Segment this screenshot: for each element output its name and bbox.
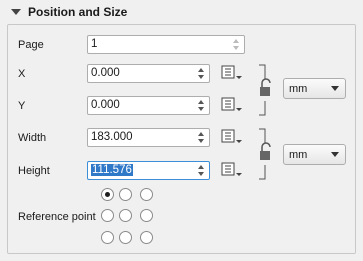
chevron-down-icon [331, 152, 339, 157]
chevron-down-icon [331, 86, 339, 91]
spin-arrows-icon[interactable] [195, 163, 207, 178]
width-spinbox[interactable]: 183.000 [87, 128, 210, 147]
collapse-icon[interactable] [9, 5, 23, 19]
reference-point-radio[interactable] [140, 209, 153, 222]
reference-point-label: Reference point [18, 211, 96, 223]
spin-arrows-icon[interactable] [195, 130, 207, 145]
reference-point-radio[interactable] [101, 188, 114, 201]
width-value: 183.000 [91, 131, 133, 143]
x-label: X [18, 68, 26, 80]
y-label: Y [18, 100, 26, 112]
reference-point-radio[interactable] [119, 231, 132, 244]
position-units-value: mm [289, 83, 308, 95]
page-spinbox[interactable]: 1 [87, 35, 245, 54]
width-label: Width [18, 132, 47, 144]
reference-point-radio[interactable] [101, 209, 114, 222]
spin-arrows-icon[interactable] [230, 37, 242, 52]
reference-point-radio[interactable] [140, 231, 153, 244]
position-lock-icon[interactable] [257, 64, 277, 116]
size-units-value: mm [289, 149, 308, 161]
data-defined-override-icon[interactable] [219, 161, 243, 179]
reference-point-radio[interactable] [140, 188, 153, 201]
size-units-dropdown[interactable]: mm [283, 144, 346, 165]
x-spinbox[interactable]: 0.000 [87, 64, 210, 83]
spin-arrows-icon[interactable] [195, 98, 207, 113]
height-spinbox[interactable]: 111.576 [87, 161, 210, 180]
y-spinbox[interactable]: 0.000 [87, 96, 210, 115]
section-title: Position and Size [28, 5, 128, 19]
data-defined-override-icon[interactable] [219, 96, 243, 114]
reference-point-radio[interactable] [119, 209, 132, 222]
page-label: Page [18, 39, 44, 51]
data-defined-override-icon[interactable] [219, 128, 243, 146]
section-header[interactable]: Position and Size [0, 0, 363, 24]
x-value: 0.000 [91, 67, 120, 79]
height-label: Height [18, 165, 50, 177]
reference-point-radio[interactable] [119, 188, 132, 201]
position-units-dropdown[interactable]: mm [283, 78, 346, 99]
data-defined-override-icon[interactable] [219, 64, 243, 82]
height-value[interactable]: 111.576 [91, 164, 133, 176]
y-value: 0.000 [91, 99, 120, 111]
reference-point-radio[interactable] [101, 231, 114, 244]
spin-arrows-icon[interactable] [195, 66, 207, 81]
size-lock-icon[interactable] [257, 128, 277, 180]
page-value: 1 [91, 38, 98, 50]
